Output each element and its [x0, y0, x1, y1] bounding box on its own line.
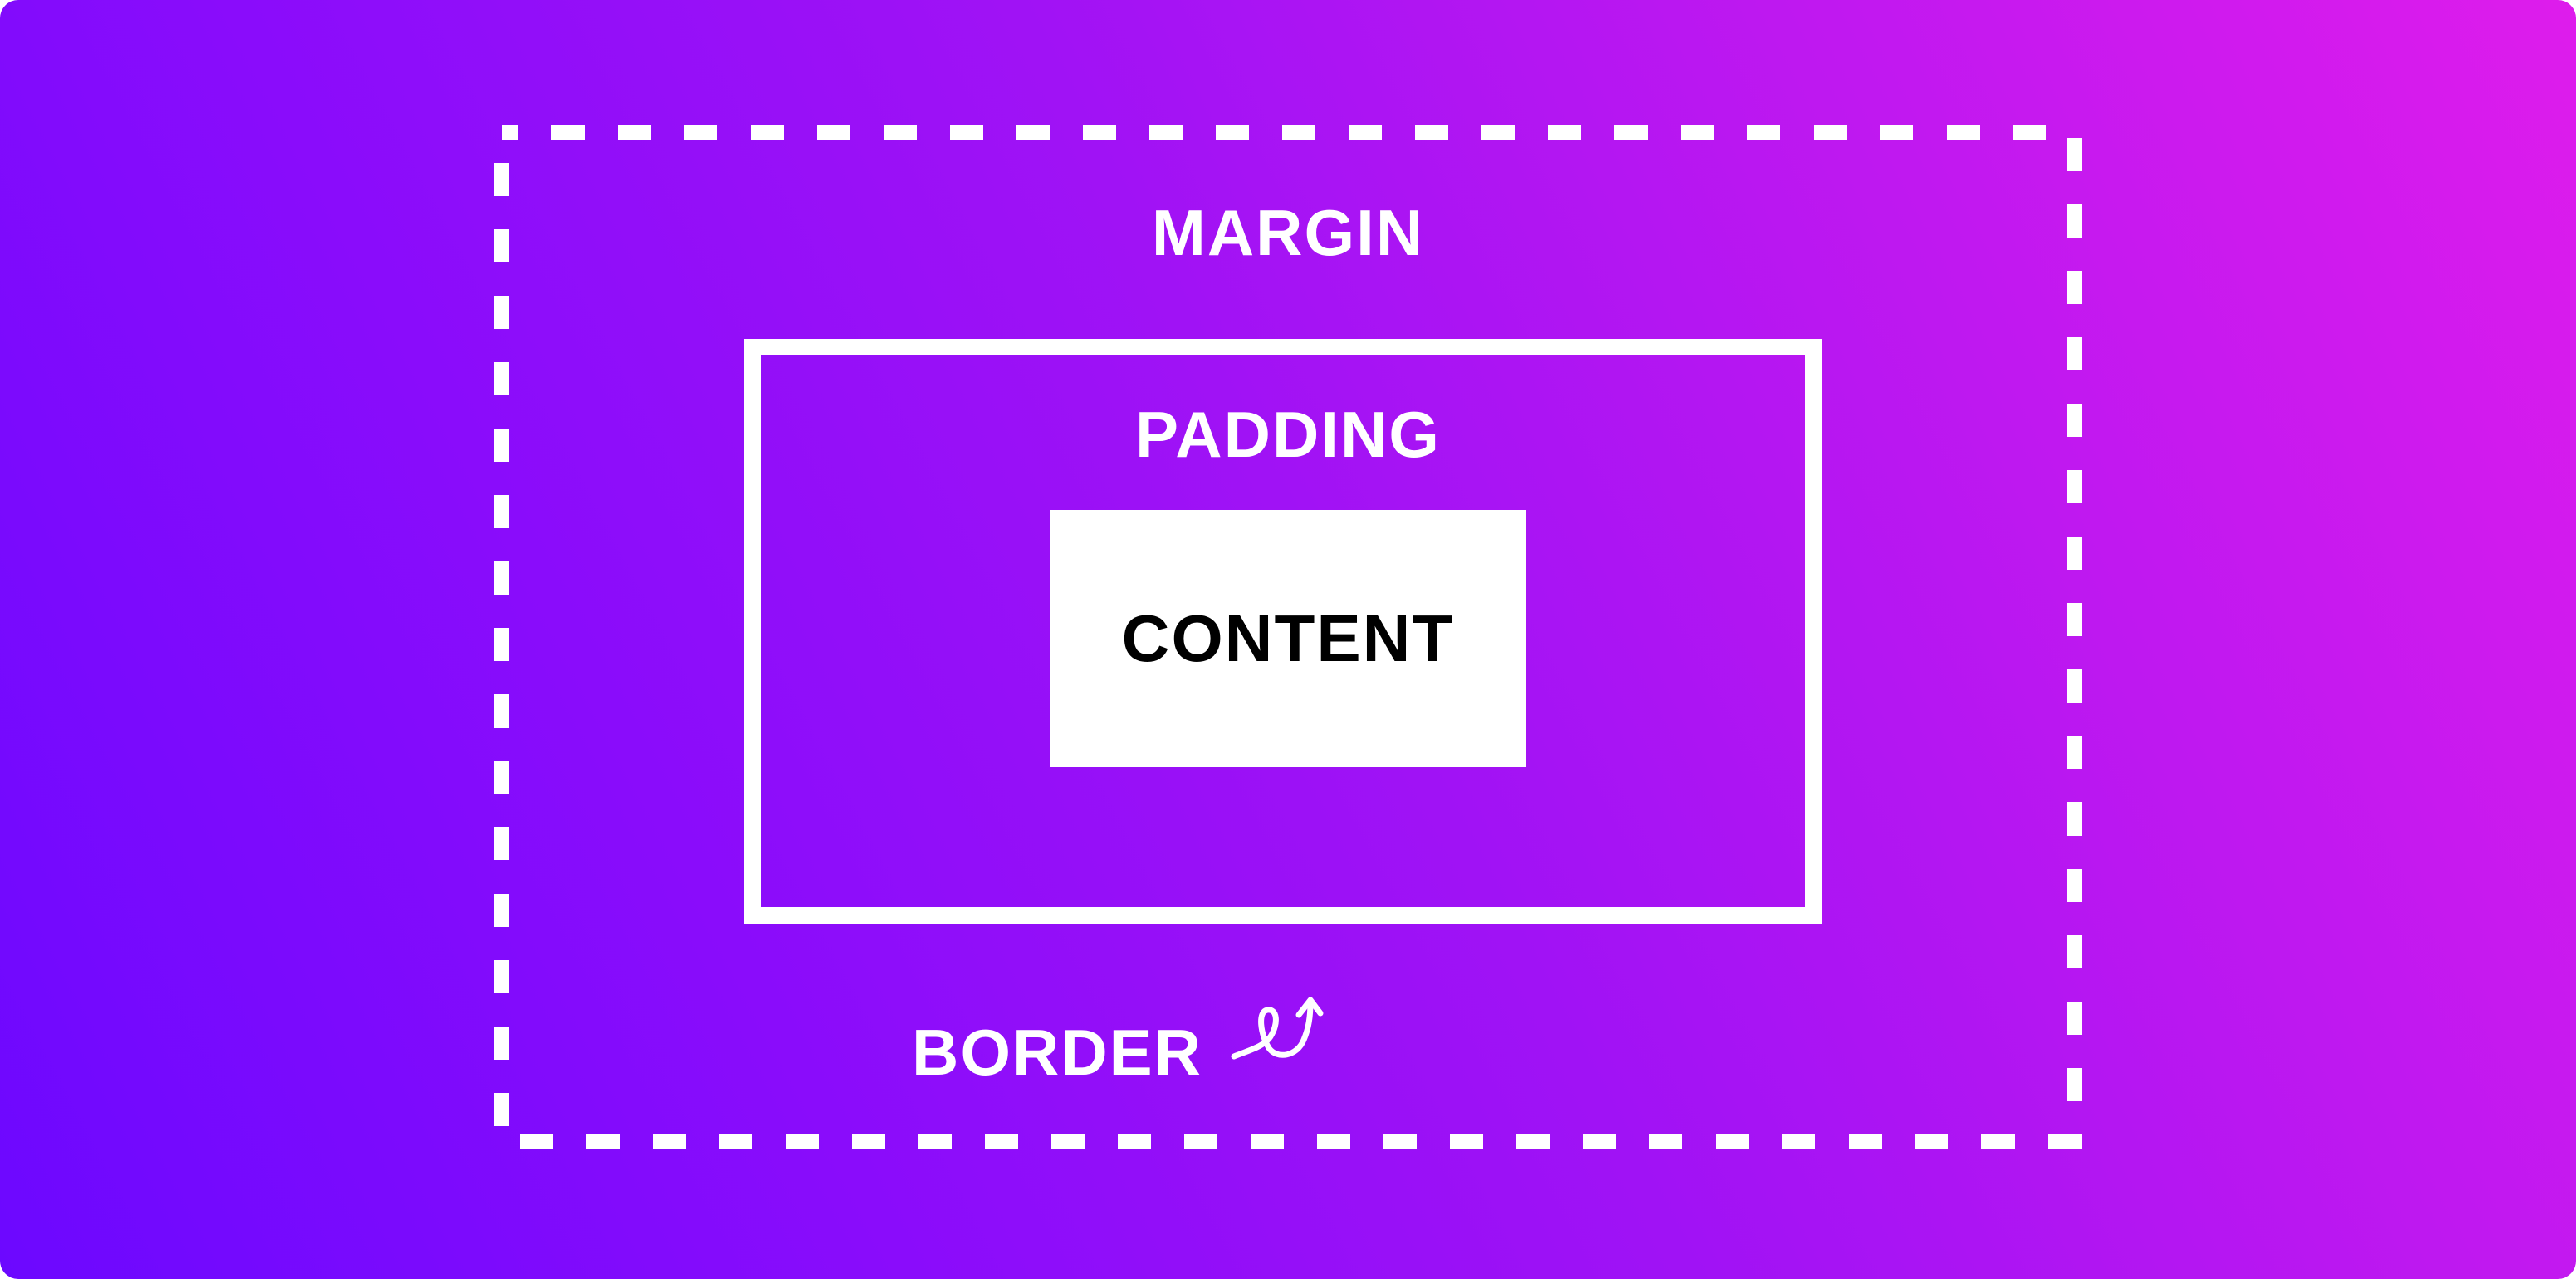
- box-model-diagram: MARGIN PADDING CONTENT BORDER: [0, 0, 2576, 1279]
- border-label: BORDER: [912, 1016, 1203, 1089]
- content-label: CONTENT: [1121, 601, 1455, 675]
- margin-label: MARGIN: [1151, 196, 1425, 269]
- curly-arrow-up-icon: [1231, 997, 1324, 1060]
- content-area: CONTENT: [1050, 510, 1526, 767]
- padding-label: PADDING: [1135, 398, 1441, 471]
